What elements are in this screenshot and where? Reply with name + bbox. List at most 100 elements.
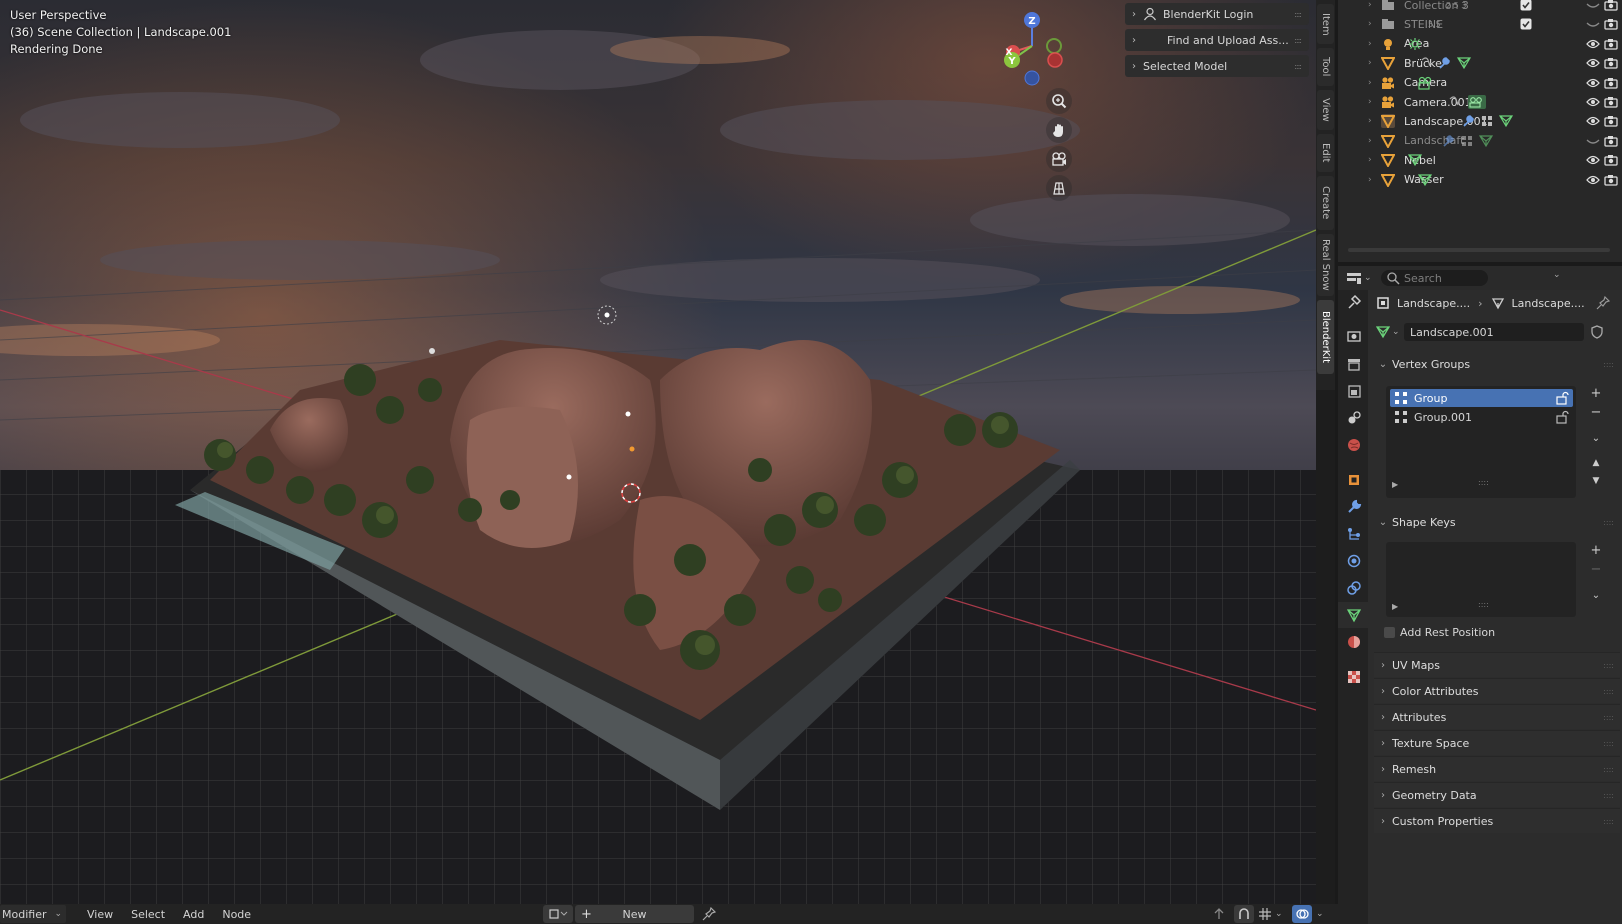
grip-icon[interactable]: :::: (1603, 765, 1614, 774)
mesh-name-field[interactable]: Landscape.001 (1404, 323, 1584, 341)
eye-hidden-icon[interactable] (1586, 135, 1600, 150)
navigation-gizmo[interactable]: Z X Y (996, 6, 1076, 92)
eye-icon[interactable] (1586, 154, 1600, 169)
outliner-row[interactable]: › Nebel (1338, 150, 1622, 170)
modifier-wrench-icon[interactable] (1346, 499, 1362, 515)
render-camera-icon[interactable] (1604, 154, 1618, 169)
tab-item[interactable]: Item (1317, 4, 1334, 44)
render-camera-icon[interactable] (1604, 38, 1618, 53)
zoom-icon[interactable] (1046, 88, 1072, 114)
snap-target-select[interactable]: ⌄ (1258, 905, 1288, 923)
render-camera-icon[interactable] (1604, 18, 1618, 33)
tab-edit[interactable]: Edit (1317, 134, 1334, 172)
menu-view[interactable]: View (78, 908, 122, 921)
panel-uv-maps[interactable]: › UV Maps:::: (1374, 652, 1620, 677)
pin-icon[interactable] (702, 907, 716, 921)
grip-icon[interactable]: :::: (1603, 687, 1614, 696)
snap-toggle[interactable] (1234, 905, 1254, 923)
npanel-selected-model[interactable]: › Selected Model :::: (1125, 55, 1309, 77)
list-item[interactable]: Group (1390, 389, 1573, 407)
expand-filter-icon[interactable]: ▶ (1392, 480, 1398, 489)
grip-icon[interactable]: :::: (1603, 791, 1614, 800)
vertex-group-specials-icon[interactable]: ⌄ (1586, 429, 1606, 447)
panel-texture-space[interactable]: › Texture Space:::: (1374, 730, 1620, 755)
texture-icon[interactable] (1346, 669, 1362, 685)
outliner-row[interactable]: › Landschaft (1338, 131, 1622, 151)
expand-arrow-icon[interactable]: › (1368, 19, 1372, 29)
outliner-row[interactable]: › STEINE 5 5 (1338, 14, 1622, 34)
new-node-tree-button[interactable]: + New (575, 905, 694, 923)
material-icon[interactable] (1346, 634, 1362, 650)
collection-checkbox[interactable] (1520, 0, 1532, 14)
chevron-down-icon[interactable]: ⌄ (1316, 909, 1324, 919)
expand-filter-icon[interactable]: ▶ (1392, 602, 1398, 611)
outliner-row[interactable]: › Camera (1338, 73, 1622, 93)
resize-grip-icon[interactable]: :::: (1478, 600, 1489, 609)
tab-create[interactable]: Create (1317, 176, 1334, 230)
constraints-icon[interactable] (1346, 580, 1362, 596)
3d-viewport[interactable]: User Perspective (36) Scene Collection |… (0, 0, 1316, 904)
add-shape-key-button[interactable]: + (1586, 541, 1606, 559)
outliner[interactable]: › Collection 32 5 3 › STEINE 5 5 › Area › Brücke… (1338, 0, 1622, 262)
outliner-row[interactable]: › Area (1338, 34, 1622, 54)
grip-icon[interactable]: :::: (1603, 713, 1614, 722)
outliner-row[interactable]: › Brücke (1338, 53, 1622, 73)
fake-user-shield-icon[interactable] (1590, 325, 1604, 339)
panel-remesh[interactable]: › Remesh:::: (1374, 756, 1620, 781)
expand-arrow-icon[interactable]: › (1368, 78, 1372, 88)
outliner-scrollbar[interactable] (1348, 248, 1610, 252)
expand-arrow-icon[interactable]: › (1368, 175, 1372, 185)
expand-arrow-icon[interactable]: › (1368, 116, 1372, 126)
render-camera-icon[interactable] (1604, 96, 1618, 111)
add-rest-position-checkbox[interactable]: Add Rest Position (1384, 626, 1495, 639)
tab-real-snow[interactable]: Real Snow (1317, 234, 1334, 296)
grip-icon[interactable]: :::: (1294, 10, 1302, 19)
output-icon[interactable] (1346, 356, 1362, 372)
panel-attributes[interactable]: › Attributes:::: (1374, 704, 1620, 729)
move-down-icon[interactable]: ▼ (1586, 472, 1606, 490)
panel-vertex-groups[interactable]: ⌄ Vertex Groups :::: (1374, 352, 1620, 376)
npanel-find-upload[interactable]: › Find and Upload Ass... :::: (1125, 29, 1309, 51)
render-icon[interactable] (1346, 328, 1362, 344)
world-icon[interactable] (1346, 437, 1362, 453)
remove-shape-key-button[interactable]: − (1586, 560, 1606, 578)
unlock-icon[interactable] (1555, 410, 1569, 424)
grip-icon[interactable]: :::: (1603, 518, 1614, 527)
mesh-data-icon[interactable] (1346, 607, 1362, 623)
render-camera-icon[interactable] (1604, 57, 1618, 72)
browse-node-tree-button[interactable] (543, 905, 573, 923)
chevron-down-icon[interactable]: ⌄ (1553, 270, 1561, 280)
tab-tool[interactable]: Tool (1317, 48, 1334, 86)
eye-icon[interactable] (1586, 96, 1600, 111)
tab-view[interactable]: View (1317, 90, 1334, 130)
unlock-icon[interactable] (1555, 391, 1569, 405)
ortho-grid-icon[interactable] (1046, 175, 1072, 201)
editor-type-select[interactable]: ⌄ (1346, 270, 1376, 286)
expand-arrow-icon[interactable]: › (1368, 155, 1372, 165)
remove-vertex-group-button[interactable]: − (1586, 403, 1606, 421)
expand-arrow-icon[interactable]: › (1368, 39, 1372, 49)
shape-key-specials-icon[interactable]: ⌄ (1586, 586, 1606, 604)
expand-arrow-icon[interactable]: › (1368, 0, 1372, 10)
eye-icon[interactable] (1586, 115, 1600, 130)
menu-select[interactable]: Select (122, 908, 174, 921)
grip-icon[interactable]: :::: (1603, 360, 1614, 369)
expand-arrow-icon[interactable]: › (1368, 97, 1372, 107)
properties-search-input[interactable]: Search (1381, 270, 1488, 286)
add-vertex-group-button[interactable]: + (1586, 384, 1606, 402)
expand-arrow-icon[interactable]: › (1368, 58, 1372, 68)
vertex-group-list[interactable]: Group Group.001 ▶ :::: (1386, 386, 1576, 498)
outliner-row[interactable]: › Landscape.001 (1338, 111, 1622, 131)
render-camera-icon[interactable] (1604, 135, 1618, 150)
arrow-up-icon[interactable] (1212, 907, 1226, 921)
object-icon[interactable] (1346, 472, 1362, 488)
render-camera-icon[interactable] (1604, 0, 1618, 14)
mode-select[interactable]: Modifier ⌄ (0, 905, 66, 923)
eye-icon[interactable] (1586, 174, 1600, 189)
eye-icon[interactable] (1586, 77, 1600, 92)
eye-hidden-icon[interactable] (1586, 0, 1600, 14)
grip-icon[interactable]: :::: (1603, 661, 1614, 670)
render-camera-icon[interactable] (1604, 174, 1618, 189)
grip-icon[interactable]: :::: (1294, 36, 1302, 45)
outliner-row[interactable]: › Camera.001 (1338, 92, 1622, 112)
